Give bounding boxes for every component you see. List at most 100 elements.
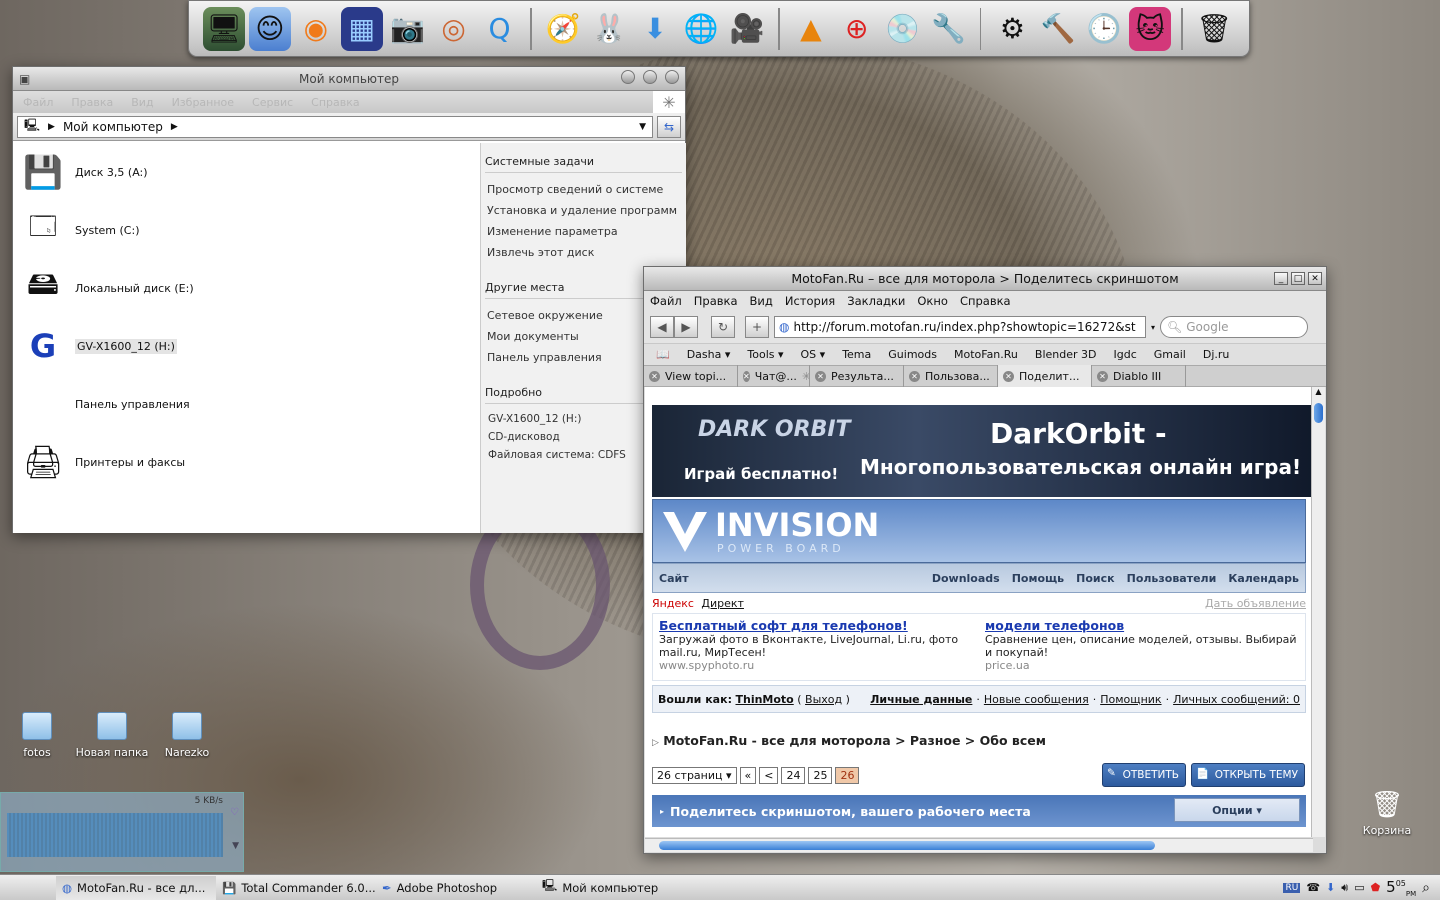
drive-item-e[interactable]: 🖴 Локальный диск (E:): [13, 259, 480, 317]
page-25-link[interactable]: 25: [808, 767, 833, 784]
nav-calendar[interactable]: Календарь: [1228, 572, 1299, 585]
bookmark-igdc[interactable]: Igdc: [1114, 348, 1137, 361]
tab-share[interactable]: ✕ Поделит...: [998, 365, 1092, 387]
reply-button[interactable]: ✎ ОТВЕТИТЬ: [1102, 763, 1186, 787]
clock[interactable]: 505PM: [1386, 878, 1416, 898]
close-tab-icon[interactable]: ✕: [1097, 370, 1108, 382]
trash-icon[interactable]: 🗑: [1193, 7, 1235, 51]
ad-item[interactable]: Бесплатный софт для телефонов! Загружай …: [653, 614, 979, 680]
download-icon[interactable]: ⬇: [634, 7, 676, 51]
desktop-icon-fotos[interactable]: fotos: [0, 712, 77, 759]
desktop-icon-trash[interactable]: 🗑 Корзина: [1347, 790, 1427, 837]
dashboard-icon[interactable]: ▦: [340, 6, 383, 51]
control-panel-item[interactable]: Панель управления: [13, 375, 480, 433]
language-indicator[interactable]: RU: [1283, 882, 1301, 893]
battery-icon[interactable]: ▭: [1354, 881, 1364, 894]
logout-link[interactable]: Выход: [805, 693, 842, 706]
close-button[interactable]: [665, 70, 679, 84]
tab-chat[interactable]: ✕ Чат@... ✳: [738, 365, 810, 387]
task-view-info[interactable]: Просмотр сведений о системе: [485, 179, 682, 200]
vinyl-icon[interactable]: 💿: [882, 7, 924, 51]
address-input[interactable]: 🖳 ▶ Мой компьютер ▶ ▼: [17, 115, 653, 138]
vlc-icon[interactable]: ▲: [790, 7, 832, 51]
tools-icon[interactable]: 🔧: [928, 7, 970, 51]
task-add-remove[interactable]: Установка и удаление программ: [485, 200, 682, 221]
close-tab-icon[interactable]: ✕: [1003, 370, 1014, 382]
nav-search[interactable]: Поиск: [1076, 572, 1114, 585]
globe-icon[interactable]: 🌐: [680, 7, 722, 51]
menu-bookmarks[interactable]: Закладки: [847, 294, 905, 308]
go-button[interactable]: ⇆: [657, 115, 681, 138]
desktop-icon-new-folder[interactable]: Новая папка: [72, 712, 152, 759]
menu-tools[interactable]: Сервис: [252, 96, 293, 109]
pages-dropdown[interactable]: 26 страниц ▾: [652, 767, 737, 784]
menu-file[interactable]: Файл: [650, 294, 682, 308]
tab-diablo[interactable]: ✕ Diablo III: [1092, 365, 1186, 387]
profile-link[interactable]: Личные данные: [870, 693, 972, 706]
bookmark-gmail[interactable]: Gmail: [1154, 348, 1186, 361]
prev-page-button[interactable]: <: [759, 767, 779, 784]
printers-item[interactable]: 🖨 Принтеры и факсы: [13, 433, 480, 491]
add-bookmark-button[interactable]: +: [745, 316, 769, 338]
close-tab-icon[interactable]: ✕: [909, 370, 920, 382]
new-messages-link[interactable]: Новые сообщения: [984, 693, 1089, 706]
menu-file[interactable]: Файл: [23, 96, 53, 109]
tab-users[interactable]: ✕ Пользова...: [904, 365, 998, 387]
menu-history[interactable]: История: [785, 294, 835, 308]
maximize-button[interactable]: □: [1291, 272, 1305, 285]
dial-icon[interactable]: ⚙: [991, 7, 1033, 51]
book-icon[interactable]: 📖: [656, 348, 670, 361]
browser-titlebar[interactable]: MotoFan.Ru – все для моторола > Поделите…: [644, 267, 1326, 291]
bunny-icon[interactable]: 🐰: [588, 7, 630, 51]
drive-item-c[interactable]: 🗔 System (C:): [13, 201, 480, 259]
forward-button[interactable]: ▶: [674, 316, 698, 338]
menu-view[interactable]: Вид: [131, 96, 153, 109]
bookmark-tema[interactable]: Tema: [842, 348, 871, 361]
hammer-icon[interactable]: 🔨: [1037, 7, 1079, 51]
menu-favorites[interactable]: Избранное: [172, 96, 234, 109]
close-tab-icon[interactable]: ✕: [743, 370, 750, 382]
antivirus-icon[interactable]: ⬟: [1371, 881, 1381, 894]
bookmark-dasha[interactable]: Dasha ▾: [687, 348, 731, 361]
menu-edit[interactable]: Правка: [71, 96, 113, 109]
yandex-label[interactable]: Яндекс: [652, 597, 694, 610]
taskbar-item-explorer[interactable]: 🖳 Мой компьютер: [536, 876, 696, 900]
breadcrumb-text[interactable]: MotoFan.Ru - все для моторола > Разное >…: [663, 733, 1046, 748]
page-24-link[interactable]: 24: [781, 767, 806, 784]
drive-item-h[interactable]: G GV-X1600_12 (H:): [13, 317, 480, 375]
scroll-up-icon[interactable]: ▲: [1312, 387, 1325, 399]
minimize-button[interactable]: _: [1274, 272, 1288, 285]
taskbar-item-browser[interactable]: ◍ MotoFan.Ru - все дл...: [56, 875, 216, 900]
task-eject[interactable]: Извлечь этот диск: [485, 242, 682, 263]
nav-downloads[interactable]: Downloads: [932, 572, 1000, 585]
maximize-button[interactable]: [643, 70, 658, 84]
blender-icon[interactable]: ◉: [295, 7, 337, 51]
options-button[interactable]: Опции ▾: [1174, 798, 1300, 822]
close-tab-icon[interactable]: ✕: [649, 370, 660, 382]
desktop-icon-narezko[interactable]: Narezko: [147, 712, 227, 759]
net-icon[interactable]: ♡: [230, 807, 239, 818]
menu-window[interactable]: Окно: [917, 294, 948, 308]
tab-results[interactable]: ✕ Результа...: [810, 365, 904, 387]
quicktime-icon[interactable]: Q: [479, 7, 521, 51]
minimize-button[interactable]: [621, 70, 636, 84]
menu-help[interactable]: Справка: [960, 294, 1011, 308]
bookmark-djru[interactable]: Dj.ru: [1203, 348, 1230, 361]
vertical-scrollbar[interactable]: ▲: [1311, 387, 1325, 837]
search-icon[interactable]: ⌕: [1422, 880, 1430, 896]
back-button[interactable]: ◀: [650, 316, 674, 338]
menu-help[interactable]: Справка: [311, 96, 359, 109]
direct-link[interactable]: Директ: [701, 597, 744, 610]
ad-title[interactable]: Бесплатный софт для телефонов!: [659, 618, 973, 633]
timemachine-icon[interactable]: 🕒: [1083, 7, 1125, 51]
nav-site[interactable]: Сайт: [659, 572, 689, 585]
color-ring-icon[interactable]: ◎: [433, 7, 475, 51]
menu-view[interactable]: Вид: [750, 294, 773, 308]
finder-icon[interactable]: 😊: [248, 6, 291, 51]
bookmark-os[interactable]: OS ▾: [801, 348, 826, 361]
first-page-button[interactable]: «: [739, 767, 757, 784]
explorer-titlebar[interactable]: ▣ Мой компьютер: [13, 67, 685, 91]
ad-title[interactable]: модели телефонов: [985, 618, 1299, 633]
download-tray-icon[interactable]: ⬇: [1326, 881, 1335, 894]
volume-icon[interactable]: 🔊︎: [1341, 881, 1348, 895]
